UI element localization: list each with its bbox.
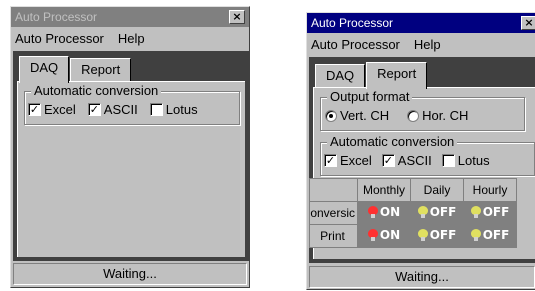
daq-tab-body: Automatic conversion ✓ Excel ✓ ASCII Lotus xyxy=(17,81,245,257)
close-icon[interactable]: × xyxy=(521,16,535,30)
empty-checkbox-icon xyxy=(149,103,163,116)
checkmark-icon: ✓ xyxy=(87,103,101,116)
window-title: Auto Processor xyxy=(15,10,98,24)
tab-strip: DAQ Report xyxy=(315,62,428,89)
radio-empty-icon xyxy=(407,109,420,122)
radio-label: Vert. CH xyxy=(340,108,390,123)
checkbox-label: Excel xyxy=(44,102,76,117)
group-label: Automatic conversion xyxy=(327,134,458,149)
excel-checkbox[interactable]: ✓ Excel xyxy=(28,102,76,117)
checkmark-icon: ✓ xyxy=(324,154,337,167)
automatic-conversion-group: Automatic conversion ✓ Excel ✓ ASCII Lotus xyxy=(24,83,240,125)
lamp-label: ON xyxy=(379,228,401,242)
lotus-checkbox[interactable]: Lotus xyxy=(441,153,490,168)
lamp-toggle-cell[interactable]: OFF xyxy=(410,201,464,225)
automatic-conversion-group: Automatic conversion ✓ Excel ✓ ASCII Lotus xyxy=(320,134,535,176)
lightbulb-icon xyxy=(367,229,378,241)
lamp-label: OFF xyxy=(482,228,510,242)
radio-selected-icon xyxy=(325,109,337,122)
checkbox-label: ASCII xyxy=(103,102,138,117)
radio-label: Hor. CH xyxy=(422,108,469,123)
tab-panel: DAQ Report Output format Vert. CH Hor. C… xyxy=(309,57,535,263)
excel-checkbox[interactable]: ✓ Excel xyxy=(324,153,372,168)
table-row: Print ON OFF OFF xyxy=(309,224,517,248)
column-header-daily: Daily xyxy=(410,178,464,202)
lamp-label: OFF xyxy=(482,205,510,219)
lightbulb-icon xyxy=(470,206,481,218)
ascii-checkbox[interactable]: ✓ ASCII xyxy=(381,153,432,168)
group-label: Automatic conversion xyxy=(31,83,162,98)
menu-bar: Auto Processor Help xyxy=(307,33,535,55)
window-title: Auto Processor xyxy=(311,16,394,30)
menu-auto-processor[interactable]: Auto Processor xyxy=(311,37,400,52)
title-bar[interactable]: Auto Processor × xyxy=(307,13,535,33)
lightbulb-icon xyxy=(417,206,428,218)
row-header-conversion: onversic xyxy=(309,201,358,225)
lamp-label: ON xyxy=(379,205,401,219)
lamp-toggle-cell[interactable]: ON xyxy=(357,201,411,225)
status-bar: Waiting... xyxy=(309,266,535,288)
auto-processor-window-active: Auto Processor × Auto Processor Help DAQ… xyxy=(306,12,535,290)
ascii-checkbox[interactable]: ✓ ASCII xyxy=(87,102,138,117)
tab-strip: DAQ Report xyxy=(19,56,132,83)
column-header-hourly: Hourly xyxy=(463,178,517,202)
lightbulb-icon xyxy=(367,206,378,218)
output-format-options: Vert. CH Hor. CH xyxy=(325,108,480,123)
menu-auto-processor[interactable]: Auto Processor xyxy=(15,31,104,46)
tab-report[interactable]: Report xyxy=(366,62,428,89)
column-header-monthly: Monthly xyxy=(357,178,411,202)
lightbulb-icon xyxy=(470,229,481,241)
group-label: Output format xyxy=(327,89,413,104)
table-row: onversic ON OFF OFF xyxy=(309,201,517,225)
schedule-table: Monthly Daily Hourly onversic ON OFF OFF… xyxy=(309,178,517,248)
menu-help[interactable]: Help xyxy=(414,37,441,52)
conversion-options: ✓ Excel ✓ ASCII Lotus xyxy=(28,102,210,117)
table-corner-cell xyxy=(309,178,358,202)
vert-ch-radio[interactable]: Vert. CH xyxy=(325,108,389,123)
lotus-checkbox[interactable]: Lotus xyxy=(149,102,198,117)
checkbox-label: ASCII xyxy=(397,153,432,168)
tab-panel: DAQ Report Automatic conversion ✓ Excel ✓… xyxy=(13,51,249,261)
title-bar[interactable]: Auto Processor × xyxy=(11,7,249,27)
checkbox-label: Lotus xyxy=(165,102,198,117)
menu-help[interactable]: Help xyxy=(118,31,145,46)
lamp-toggle-cell[interactable]: OFF xyxy=(410,224,464,248)
table-header-row: Monthly Daily Hourly xyxy=(309,178,517,202)
lamp-toggle-cell[interactable]: OFF xyxy=(463,201,517,225)
menu-bar: Auto Processor Help xyxy=(11,27,249,49)
lamp-toggle-cell[interactable]: ON xyxy=(357,224,411,248)
checkmark-icon: ✓ xyxy=(381,154,395,167)
hor-ch-radio[interactable]: Hor. CH xyxy=(407,108,468,123)
auto-processor-window-inactive: Auto Processor × Auto Processor Help DAQ… xyxy=(10,6,250,288)
lamp-label: OFF xyxy=(429,228,457,242)
checkmark-icon: ✓ xyxy=(28,103,41,116)
checkbox-label: Lotus xyxy=(457,153,490,168)
lightbulb-icon xyxy=(417,229,428,241)
conversion-options: ✓ Excel ✓ ASCII Lotus xyxy=(324,153,502,168)
row-header-print: Print xyxy=(309,224,358,248)
checkbox-label: Excel xyxy=(340,153,372,168)
lamp-label: OFF xyxy=(429,205,457,219)
status-bar: Waiting... xyxy=(13,263,247,285)
tab-daq[interactable]: DAQ xyxy=(19,56,70,83)
empty-checkbox-icon xyxy=(441,154,455,167)
tab-report[interactable]: Report xyxy=(70,58,132,82)
close-icon[interactable]: × xyxy=(229,10,245,24)
tab-daq[interactable]: DAQ xyxy=(315,64,366,88)
output-format-group: Output format Vert. CH Hor. CH xyxy=(320,89,525,131)
lamp-toggle-cell[interactable]: OFF xyxy=(463,224,517,248)
